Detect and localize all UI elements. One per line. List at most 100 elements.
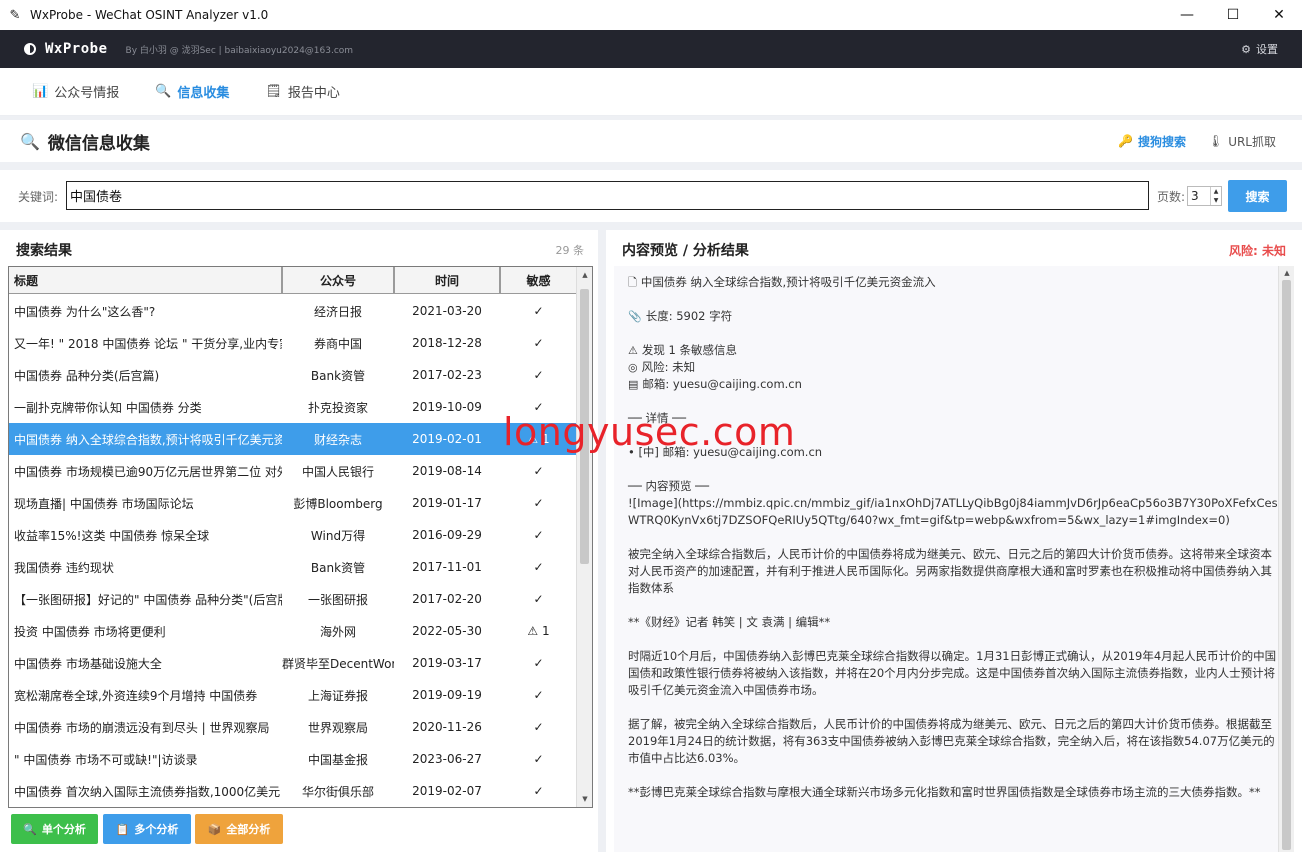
col-date-header[interactable]: 时间 bbox=[394, 267, 500, 294]
app-header: WxProbe By 白小羽 @ 泷羽Sec | baibaixiaoyu202… bbox=[0, 30, 1302, 68]
col-title-header[interactable]: 标题 bbox=[9, 267, 282, 294]
length-text: 长度: 5902 字符 bbox=[645, 309, 733, 323]
sogou-label: 搜狗搜索 bbox=[1137, 134, 1186, 149]
calendar-icon: ▤ bbox=[628, 378, 639, 391]
pages-label: 页数: bbox=[1157, 190, 1186, 204]
document-icon: 🗋 bbox=[628, 276, 637, 289]
tab-account-intel[interactable]: 📊 公众号情报 bbox=[32, 68, 135, 116]
logo-icon bbox=[24, 43, 36, 55]
magnifier-icon: 🔍 bbox=[20, 131, 40, 151]
maximize-button[interactable]: ☐ bbox=[1210, 0, 1256, 30]
app-feather-icon: ✎ bbox=[9, 7, 21, 23]
table-row[interactable]: 中国债券 纳入全球综合指数,预计将吸引千亿美元资 财经杂志 2019-02-01 ⚠ … bbox=[9, 423, 577, 455]
row-date: 2020-11-26 bbox=[412, 720, 482, 734]
bar-chart-icon: 📊 bbox=[32, 84, 49, 99]
row-account: 中国人民银行 bbox=[301, 464, 374, 479]
table-body: 中国债券 为什么"这么香"? 经济日报 2021-03-20 ✓ 又一年! " 2018… bbox=[9, 295, 577, 807]
nav-tabs: 📊 公众号情报 🔍 信息收集 🗒 报告中心 bbox=[0, 68, 1302, 116]
table-row[interactable]: 中国债券 首次纳入国际主流债券指数,1000亿美元 华尔街俱乐部 2019-02-0… bbox=[9, 775, 577, 807]
document-icon: 🗒 bbox=[265, 84, 282, 99]
row-date: 2018-12-28 bbox=[412, 336, 482, 350]
email-line: ▤ 邮箱: yuesu@caijing.com.cn bbox=[628, 376, 1278, 393]
row-account: Bank资管 bbox=[310, 368, 366, 383]
col-account-header[interactable]: 公众号 bbox=[282, 267, 394, 294]
preview-content[interactable]: 🗋 中国债券 纳入全球综合指数,预计将吸引千亿美元资金流入 📎 长度: 5902 字… bbox=[614, 266, 1294, 852]
search-icon: 🔍 bbox=[23, 822, 37, 836]
row-date: 2019-02-07 bbox=[412, 784, 482, 798]
row-title: 我国债券 违约现状 bbox=[14, 560, 114, 575]
found-line: ⚠ 发现 1 条敏感信息 bbox=[628, 342, 1278, 359]
row-title: 宽松潮席卷全球,外资连续9个月增持 中国债券 bbox=[14, 688, 258, 703]
paragraph-1: 被完全纳入全球综合指数后，人民币计价的中国债券将成为继美元、欧元、日元之后的第四… bbox=[628, 547, 1272, 595]
table-row[interactable]: 中国债券 为什么"这么香"? 经济日报 2021-03-20 ✓ bbox=[9, 295, 577, 327]
image-link: ![Image](https://mmbiz.qpic.cn/mmbiz_gif… bbox=[628, 496, 1278, 527]
single-analyze-button[interactable]: 🔍 单个分析 bbox=[11, 814, 98, 844]
scroll-up-icon[interactable]: ▲ bbox=[577, 267, 592, 283]
table-row[interactable]: 又一年! " 2018 中国债券 论坛 " 干货分享,业内专家 券商中国 2018-… bbox=[9, 327, 577, 359]
preview-scrollbar[interactable]: ▲ bbox=[1278, 266, 1294, 852]
btn-label: 全部分析 bbox=[226, 823, 271, 836]
table-row[interactable]: 中国债券 市场的崩溃远没有到尽头 | 世界观察局 世界观察局 2020-11-26 ✓ bbox=[9, 711, 577, 743]
sogou-search-button[interactable]: 🔑 搜狗搜索 bbox=[1118, 133, 1186, 150]
watermark-text: longyusec.com bbox=[503, 410, 796, 454]
paperclip-icon: 📎 bbox=[628, 310, 642, 323]
multi-analyze-button[interactable]: 📋 多个分析 bbox=[103, 814, 191, 844]
row-title: 【一张图研报】好记的" 中国债券 品种分类"(后宫版 bbox=[14, 592, 282, 607]
scroll-thumb[interactable] bbox=[1282, 280, 1291, 850]
row-date: 2017-11-01 bbox=[412, 560, 482, 574]
row-sensitive: ✓ bbox=[533, 304, 544, 318]
minimize-button[interactable]: — bbox=[1164, 0, 1210, 30]
col-sensitive-header[interactable]: 敏感 bbox=[500, 267, 577, 294]
box-icon: 📦 bbox=[207, 822, 222, 836]
table-row[interactable]: 一副扑克牌带你认知 中国债券 分类 扑克投资家 2019-10-09 ✓ bbox=[9, 391, 577, 423]
row-sensitive: ✓ bbox=[533, 496, 544, 510]
row-date: 2019-02-01 bbox=[412, 432, 482, 446]
table-scrollbar[interactable]: ▲ ▼ bbox=[576, 267, 592, 807]
section-title: 微信信息收集 bbox=[47, 133, 150, 154]
url-fetch-button[interactable]: 🌡 URL抓取 bbox=[1208, 133, 1276, 150]
table-row[interactable]: 收益率15%!这类 中国债券 惊呆全球 Wind万得 2016-09-29 ✓ bbox=[9, 519, 577, 551]
separator bbox=[0, 222, 1302, 230]
results-count: 29 条 bbox=[555, 244, 585, 257]
app-logo: WxProbe bbox=[45, 41, 108, 57]
tab-info-collect[interactable]: 🔍 信息收集 bbox=[155, 68, 245, 116]
settings-label: 设置 bbox=[1256, 43, 1278, 56]
spin-arrows[interactable]: ▲ ▼ bbox=[1210, 187, 1221, 205]
paragraph-2: 时隔近10个月后，中国债券纳入彭博巴克莱全球综合指数得以确定。1月31日彭博正式… bbox=[628, 649, 1277, 697]
row-title: 现场直播| 中国债券 市场国际论坛 bbox=[14, 496, 194, 511]
row-account: 彭博Bloomberg bbox=[293, 496, 383, 511]
pages-spinbox[interactable]: 3 ▲ ▼ bbox=[1187, 186, 1222, 206]
table-row[interactable]: 中国债券 市场基础设施大全 群贤毕至DecentWork 2019-03-17 ✓ bbox=[9, 647, 577, 679]
panel-divider[interactable] bbox=[598, 230, 606, 852]
table-row[interactable]: 中国债券 品种分类(后宫篇) Bank资管 2017-02-23 ✓ bbox=[9, 359, 577, 391]
row-account: 海外网 bbox=[319, 624, 356, 639]
keyword-input[interactable] bbox=[66, 181, 1149, 210]
tab-report-center[interactable]: 🗒 报告中心 bbox=[265, 68, 356, 116]
scroll-down-icon[interactable]: ▼ bbox=[577, 791, 592, 807]
table-row[interactable]: 我国债券 违约现状 Bank资管 2017-11-01 ✓ bbox=[9, 551, 577, 583]
preview-title: 内容预览 / 分析结果 bbox=[622, 243, 749, 259]
all-analyze-button[interactable]: 📦 全部分析 bbox=[195, 814, 283, 844]
row-sensitive: ✓ bbox=[533, 368, 544, 382]
search-button[interactable]: 搜索 bbox=[1228, 180, 1287, 212]
scroll-up-icon[interactable]: ▲ bbox=[1279, 266, 1294, 280]
table-row[interactable]: 【一张图研报】好记的" 中国债券 品种分类"(后宫版 一张图研报 2017-02-2… bbox=[9, 583, 577, 615]
row-account: 群贤毕至DecentWork bbox=[282, 656, 394, 671]
row-date: 2016-09-29 bbox=[412, 528, 482, 542]
row-title: 又一年! " 2018 中国债券 论坛 " 干货分享,业内专家 bbox=[14, 336, 282, 351]
row-sensitive: ✓ bbox=[533, 720, 544, 734]
table-row[interactable]: 投资 中国债券 市场将更便利 海外网 2022-05-30 ⚠ 1 bbox=[9, 615, 577, 647]
row-date: 2021-03-20 bbox=[412, 304, 482, 318]
section-header: 🔍 微信信息收集 🔑 搜狗搜索 🌡 URL抓取 bbox=[0, 120, 1302, 162]
close-button[interactable]: ✕ bbox=[1256, 0, 1302, 30]
btn-label: 单个分析 bbox=[41, 823, 86, 836]
preview-panel: 内容预览 / 分析结果 风险: 未知 🗋 中国债券 纳入全球综合指数,预计将吸引千… bbox=[606, 230, 1302, 852]
settings-button[interactable]: ⚙ 设置 bbox=[1241, 30, 1278, 68]
table-row[interactable]: 中国债券 市场规模已逾90万亿元居世界第二位 对外 中国人民银行 2019-08-1… bbox=[9, 455, 577, 487]
table-row[interactable]: " 中国债券 市场不可或缺!"|访谈录 中国基金报 2023-06-27 ✓ bbox=[9, 743, 577, 775]
window-titlebar: ✎ WxProbe - WeChat OSINT Analyzer v1.0 —… bbox=[0, 0, 1302, 30]
table-row[interactable]: 现场直播| 中国债券 市场国际论坛 彭博Bloomberg 2019-01-17 ✓ bbox=[9, 487, 577, 519]
row-date: 2019-08-14 bbox=[412, 464, 482, 478]
row-sensitive: ✓ bbox=[533, 464, 544, 478]
table-row[interactable]: 宽松潮席卷全球,外资连续9个月增持 中国债券 上海证券报 2019-09-19 ✓ bbox=[9, 679, 577, 711]
